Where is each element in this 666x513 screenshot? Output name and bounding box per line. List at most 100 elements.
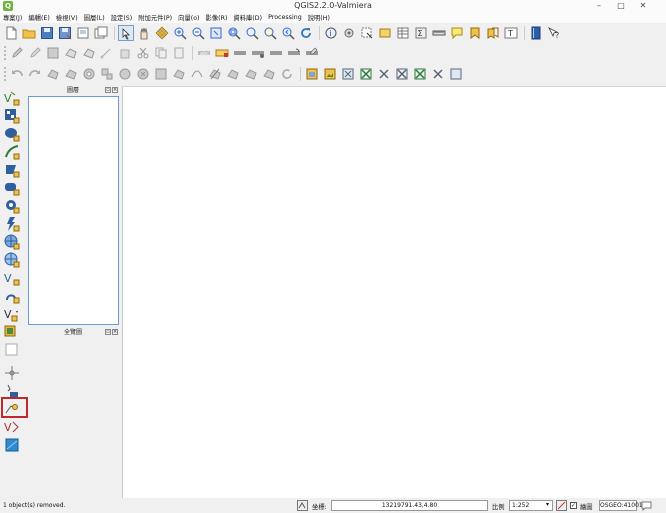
toggle-editing-icon[interactable]: [28, 46, 42, 60]
layers-panel[interactable]: [28, 96, 119, 325]
run-action-icon[interactable]: [342, 26, 356, 40]
paste-features-icon[interactable]: [172, 46, 186, 60]
add-feature-icon[interactable]: [64, 46, 78, 60]
help-book-icon[interactable]: [529, 26, 543, 40]
map-tips-icon[interactable]: [450, 26, 464, 40]
field-calculator-icon[interactable]: Σ: [414, 26, 428, 40]
add-wfs-layer-icon[interactable]: [449, 67, 463, 81]
menu-project[interactable]: 專案(J): [3, 13, 22, 22]
change-label-icon[interactable]: [305, 46, 319, 60]
panel-close-button[interactable]: ×: [112, 329, 118, 335]
add-spatialite-layer-icon[interactable]: [359, 67, 373, 81]
add-ring-icon[interactable]: [82, 67, 96, 81]
rotate-point-symbols-icon[interactable]: [280, 67, 294, 81]
identify-features-icon[interactable]: i: [324, 26, 338, 40]
render-checkbox[interactable]: ✓: [570, 502, 577, 509]
virtual-layer-icon[interactable]: V: [4, 419, 20, 435]
add-oracle-layer-icon[interactable]: [4, 180, 20, 196]
add-wms-layer-icon[interactable]: [413, 67, 427, 81]
panel-float-button[interactable]: ▫: [105, 87, 111, 93]
menu-edit[interactable]: 編輯(E): [28, 13, 50, 22]
cut-features-icon[interactable]: [136, 46, 150, 60]
map-tile-icon[interactable]: [4, 437, 20, 453]
save-layer-edits-icon[interactable]: [46, 46, 60, 60]
move-feature-icon[interactable]: [82, 46, 96, 60]
merge-attributes-icon[interactable]: [262, 67, 276, 81]
menu-help[interactable]: 說明(H): [308, 13, 330, 22]
highlight-label-icon[interactable]: [215, 46, 229, 60]
add-spatialite-layer-icon[interactable]: [4, 144, 20, 160]
coordinate-field[interactable]: 13219791.43,4.80: [331, 500, 488, 511]
fill-ring-icon[interactable]: [118, 67, 132, 81]
map-canvas[interactable]: [122, 86, 666, 498]
new-bookmark-icon[interactable]: [468, 26, 482, 40]
pan-to-selection-icon[interactable]: [155, 26, 169, 40]
panel-float-button[interactable]: ▫: [105, 329, 111, 335]
show-bookmarks-icon[interactable]: [486, 26, 500, 40]
rotate-label-icon[interactable]: [287, 46, 301, 60]
whats-this-icon[interactable]: ?: [547, 26, 561, 40]
text-annotation-icon[interactable]: T: [504, 26, 518, 40]
open-project-icon[interactable]: [22, 26, 36, 40]
zoom-full-icon[interactable]: [227, 26, 241, 40]
new-print-composer-icon[interactable]: [76, 26, 90, 40]
add-part-icon[interactable]: [100, 67, 114, 81]
zoom-in-icon[interactable]: [173, 26, 187, 40]
panel-close-button[interactable]: ×: [112, 87, 118, 93]
add-vector-layer-icon[interactable]: [305, 67, 319, 81]
toolbar-grip[interactable]: [4, 67, 7, 81]
simplify-feature-icon[interactable]: [64, 67, 78, 81]
maximize-button[interactable]: □: [610, 0, 632, 12]
zoom-last-icon[interactable]: [281, 26, 295, 40]
add-wcs-layer-icon[interactable]: [4, 234, 20, 250]
scale-dropdown-arrow-icon[interactable]: ▾: [546, 501, 549, 508]
save-as-icon[interactable]: [58, 26, 72, 40]
remove-layer-icon[interactable]: [4, 342, 20, 358]
label-tool-icon[interactable]: abc: [197, 46, 211, 60]
undo-icon[interactable]: [10, 67, 24, 81]
menu-database[interactable]: 資料庫(D): [233, 13, 262, 22]
toolbar-grip[interactable]: [4, 46, 7, 60]
delete-selected-icon[interactable]: [118, 46, 132, 60]
close-button[interactable]: ✕: [632, 0, 654, 12]
add-gps-layer-icon[interactable]: [4, 288, 20, 304]
redo-icon[interactable]: [28, 67, 42, 81]
add-postgis-layer-icon[interactable]: [4, 126, 20, 142]
pin-labels-icon[interactable]: [233, 46, 247, 60]
copy-features-icon[interactable]: [154, 46, 168, 60]
add-mssql-layer-icon[interactable]: [377, 67, 391, 81]
menu-vector[interactable]: 向量(o): [178, 13, 199, 22]
composer-manager-icon[interactable]: [94, 26, 108, 40]
new-project-icon[interactable]: [4, 26, 18, 40]
offset-curve-icon[interactable]: [190, 67, 204, 81]
menu-settings[interactable]: 設定(S): [111, 13, 133, 22]
node-tool-icon[interactable]: [100, 46, 114, 60]
add-mssql-layer-icon[interactable]: [4, 162, 20, 178]
zoom-to-layer-icon[interactable]: [245, 26, 259, 40]
rotate-feature-icon[interactable]: [46, 67, 60, 81]
measure-icon[interactable]: [432, 26, 446, 40]
split-parts-icon[interactable]: [226, 67, 240, 81]
deselect-icon[interactable]: [378, 26, 392, 40]
add-db2-layer-icon[interactable]: [4, 198, 20, 214]
show-hide-labels-icon[interactable]: [251, 46, 265, 60]
save-project-icon[interactable]: [40, 26, 54, 40]
menu-view[interactable]: 檢視(V): [56, 13, 78, 22]
current-edits-icon[interactable]: [10, 46, 24, 60]
zoom-out-icon[interactable]: [191, 26, 205, 40]
menu-processing[interactable]: Processing: [268, 14, 302, 21]
add-wms-layer-icon[interactable]: [4, 216, 20, 232]
menu-layer[interactable]: 圖層(L): [84, 13, 105, 22]
delete-part-icon[interactable]: [154, 67, 168, 81]
add-wcs-layer-icon[interactable]: [431, 67, 445, 81]
coordinate-capture-icon[interactable]: [4, 365, 20, 381]
add-delimited-text-layer-icon[interactable]: V: [4, 270, 20, 286]
delete-ring-icon[interactable]: [136, 67, 150, 81]
add-raster-layer-icon[interactable]: [4, 108, 20, 124]
reshape-features-icon[interactable]: [172, 67, 186, 81]
split-features-icon[interactable]: [208, 67, 222, 81]
open-attribute-table-icon[interactable]: [396, 26, 410, 40]
zoom-to-selection-icon[interactable]: [263, 26, 277, 40]
zoom-actual-size-icon[interactable]: [209, 26, 223, 40]
add-vector-layer-icon[interactable]: V: [4, 90, 20, 106]
